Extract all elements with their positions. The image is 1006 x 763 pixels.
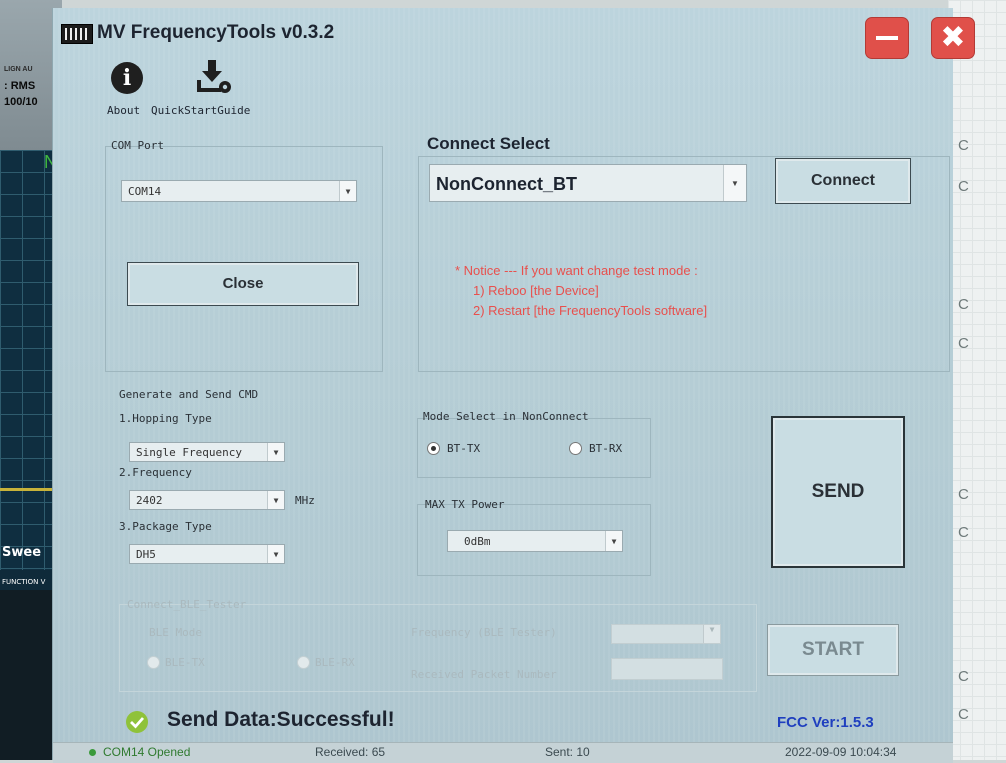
ble-frequency-select[interactable]: ▼ [611, 624, 721, 644]
send-button[interactable]: SEND [771, 416, 905, 568]
about-icon[interactable]: i [111, 62, 143, 94]
frequency-select[interactable]: 2402 ▼ [129, 490, 285, 510]
ble-frequency-label: Frequency (BLE Tester) [411, 626, 557, 639]
hopping-type-label: 1.Hopping Type [119, 412, 212, 425]
port-status-icon [89, 749, 96, 756]
ble-tx-radio[interactable] [147, 656, 160, 669]
instrument-label-2: : RMS [4, 80, 36, 92]
frequency-unit: MHz [295, 494, 315, 507]
connect-mode-select[interactable]: NonConnect_BT ▼ [429, 164, 747, 202]
hopping-type-select[interactable]: Single Frequency ▼ [129, 442, 285, 462]
received-count: Received: 65 [315, 745, 386, 759]
right-char: C [958, 524, 969, 541]
com-port-select[interactable]: COM14 ▼ [121, 180, 357, 202]
instrument-sweep-label: Swee [2, 545, 42, 560]
sent-count: Sent: 10 [545, 745, 590, 759]
bt-tx-radio[interactable] [427, 442, 440, 455]
notice-line-3: 2) Restart [the FrequencyTools software] [473, 303, 708, 318]
max-power-value: 0dBm [464, 535, 491, 548]
mode-select-label: Mode Select in NonConnect [423, 410, 589, 423]
minimize-icon [876, 36, 898, 40]
chevron-down-icon: ▼ [605, 531, 622, 551]
max-power-label: MAX TX Power [425, 498, 505, 511]
right-char: C [958, 178, 969, 195]
instrument-label-1: LIGN AU [4, 66, 33, 73]
close-button[interactable]: ✖ [931, 17, 975, 59]
app-window: MV FrequencyTools v0.3.2 ✖ i About Quick… [52, 8, 975, 763]
generate-group-label: Generate and Send CMD [119, 388, 259, 401]
received-packet-label: Received Packet Number [411, 668, 557, 681]
ble-rx-radio[interactable] [297, 656, 310, 669]
chevron-down-icon: ▼ [267, 491, 284, 509]
right-char: C [958, 137, 969, 154]
quickstart-label[interactable]: QuickStartGuide [151, 104, 250, 117]
hopping-type-value: Single Frequency [136, 446, 242, 459]
start-button[interactable]: START [767, 624, 899, 676]
instrument-label-3: 100/10 [4, 96, 38, 108]
connect-mode-value: NonConnect_BT [436, 174, 577, 194]
package-type-value: DH5 [136, 548, 156, 561]
bt-rx-label[interactable]: BT-RX [589, 442, 622, 455]
notice-line-2: 1) Reboo [the Device] [473, 283, 599, 298]
port-status: COM14 Opened [103, 745, 191, 759]
frequency-value: 2402 [136, 494, 163, 507]
right-char: C [958, 335, 969, 352]
ble-mode-label: BLE Mode [149, 626, 202, 639]
right-char: C [958, 486, 969, 503]
close-port-button[interactable]: Close [127, 262, 359, 306]
bt-rx-radio[interactable] [569, 442, 582, 455]
ble-rx-label[interactable]: BLE-RX [315, 656, 355, 669]
bt-tx-label[interactable]: BT-TX [447, 442, 480, 455]
app-icon [61, 24, 93, 44]
notice-line-1: * Notice --- If you want change test mod… [455, 263, 698, 278]
quickstart-download-icon[interactable] [195, 58, 235, 98]
minimize-button[interactable] [865, 17, 909, 59]
com-port-label: COM Port [111, 139, 164, 152]
instrument-function-label: FUNCTION V [2, 578, 46, 586]
window-title: MV FrequencyTools v0.3.2 [97, 22, 335, 43]
max-power-select[interactable]: 0dBm ▼ [447, 530, 623, 552]
chevron-down-icon: ▼ [267, 545, 284, 563]
connect-select-label: Connect Select [427, 134, 550, 153]
chevron-down-icon: ▼ [723, 165, 746, 201]
fcc-version: FCC Ver:1.5.3 [777, 714, 874, 731]
frequency-label: 2.Frequency [119, 466, 192, 479]
connect-button[interactable]: Connect [775, 158, 911, 204]
result-message: Send Data:Successful! [167, 708, 395, 731]
close-icon: ✖ [940, 20, 966, 55]
status-datetime: 2022-09-09 10:04:34 [785, 745, 897, 759]
chevron-down-icon: ▼ [703, 625, 720, 643]
chevron-down-icon: ▼ [267, 443, 284, 461]
package-type-select[interactable]: DH5 ▼ [129, 544, 285, 564]
background-right-grid [948, 0, 1006, 760]
ble-tx-label[interactable]: BLE-TX [165, 656, 205, 669]
ble-tester-label: Connect_BLE_Tester [127, 598, 247, 611]
right-char: C [958, 706, 969, 723]
success-check-icon [126, 711, 148, 733]
right-char: C [958, 296, 969, 313]
received-packet-field[interactable] [611, 658, 723, 680]
right-char: C [958, 668, 969, 685]
com-port-value: COM14 [128, 185, 162, 198]
about-label[interactable]: About [107, 104, 140, 117]
chevron-down-icon: ▼ [339, 181, 356, 201]
package-type-label: 3.Package Type [119, 520, 212, 533]
